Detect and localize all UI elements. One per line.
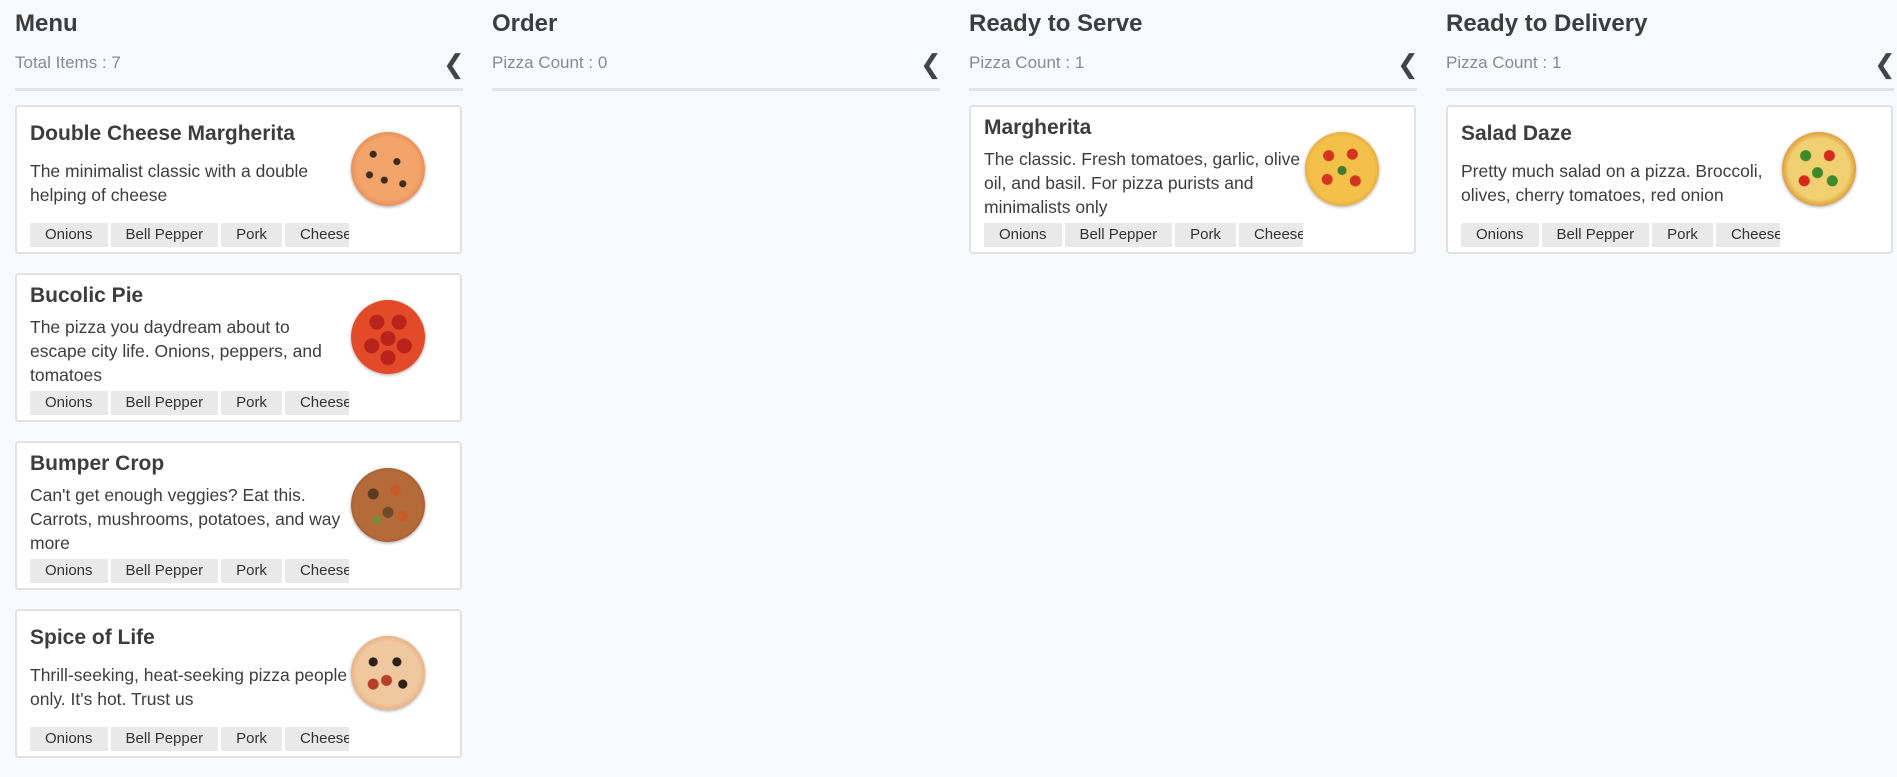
tag: Onions xyxy=(1461,223,1539,247)
tag: Pork xyxy=(221,727,282,751)
card-description: The classic. Fresh tomatoes, garlic, oli… xyxy=(984,149,1301,217)
card[interactable]: Salad Daze Pretty much salad on a pizza.… xyxy=(1446,105,1893,254)
pizza-image xyxy=(1305,132,1379,206)
card-title: Double Cheese Margherita xyxy=(30,122,295,145)
column-divider xyxy=(1446,88,1894,91)
pizza-image xyxy=(1782,132,1856,206)
tag-list: Onions Bell Pepper Pork Cheese xyxy=(1461,223,1780,247)
kanban-board: Menu Total Items : 7 ❮ Double Cheese Mar… xyxy=(0,0,1897,766)
card-title: Salad Daze xyxy=(1461,122,1572,145)
column-title: Order xyxy=(492,10,558,37)
card-list: Double Cheese Margherita The minimalist … xyxy=(15,105,463,777)
tag: Pork xyxy=(1175,223,1236,247)
tag-list: Onions Bell Pepper Pork Cheese xyxy=(30,727,349,751)
chevron-left-icon[interactable]: ❮ xyxy=(1874,50,1896,78)
column-ready-to-delivery: Ready to Delivery Pizza Count : 1 ❮ Sala… xyxy=(1446,0,1896,766)
column-title: Ready to Delivery xyxy=(1446,10,1648,37)
card-description: The pizza you daydream about to escape c… xyxy=(30,317,322,385)
card-title: Bucolic Pie xyxy=(30,284,144,307)
card-description: Can't get enough veggies? Eat this. Carr… xyxy=(30,485,341,553)
card[interactable]: Spice of Life Thrill-seeking, heat-seeki… xyxy=(15,609,462,758)
tag: Cheese xyxy=(284,727,349,751)
tag-list: Onions Bell Pepper Pork Cheese xyxy=(30,391,349,415)
column-divider xyxy=(15,88,463,91)
tag: Pork xyxy=(1652,223,1713,247)
card[interactable]: Margherita The classic. Fresh tomatoes, … xyxy=(969,105,1416,254)
tag-list: Onions Bell Pepper Pork Cheese xyxy=(30,559,349,583)
tag: Bell Pepper xyxy=(1541,223,1650,247)
tag: Cheese xyxy=(284,559,349,583)
column-ready-to-serve: Ready to Serve Pizza Count : 1 ❮ Margher… xyxy=(969,0,1419,766)
tag: Pork xyxy=(221,391,282,415)
column-divider xyxy=(492,88,940,91)
tag: Onions xyxy=(30,727,108,751)
column-title: Menu xyxy=(15,10,78,37)
tag: Cheese xyxy=(1715,223,1780,247)
tag: Onions xyxy=(984,223,1062,247)
column-count: Total Items : 7 xyxy=(15,53,121,72)
pizza-image xyxy=(351,468,425,542)
column-title: Ready to Serve xyxy=(969,10,1143,37)
tag: Bell Pepper xyxy=(110,727,219,751)
tag-list: Onions Bell Pepper Pork Cheese xyxy=(984,223,1303,247)
chevron-left-icon[interactable]: ❮ xyxy=(1397,50,1419,78)
tag: Bell Pepper xyxy=(110,391,219,415)
pizza-image xyxy=(351,300,425,374)
column-divider xyxy=(969,88,1417,91)
column-count: Pizza Count : 1 xyxy=(969,53,1085,72)
tag: Onions xyxy=(30,223,108,247)
card[interactable]: Bucolic Pie The pizza you daydream about… xyxy=(15,273,462,422)
card[interactable]: Double Cheese Margherita The minimalist … xyxy=(15,105,462,254)
tag: Cheese xyxy=(1238,223,1303,247)
card-description: The minimalist classic with a double hel… xyxy=(30,161,309,205)
column-count: Pizza Count : 0 xyxy=(492,53,608,72)
tag: Onions xyxy=(30,559,108,583)
card-title: Spice of Life xyxy=(30,626,155,649)
card-title: Margherita xyxy=(984,116,1092,139)
tag: Bell Pepper xyxy=(110,223,219,247)
tag: Bell Pepper xyxy=(110,559,219,583)
card-description: Thrill-seeking, heat-seeking pizza peopl… xyxy=(30,665,348,709)
card-title: Bumper Crop xyxy=(30,452,165,475)
tag: Pork xyxy=(221,559,282,583)
card-description: Pretty much salad on a pizza. Broccoli, … xyxy=(1461,161,1763,205)
column-order: Order Pizza Count : 0 ❮ xyxy=(492,0,942,766)
pizza-image xyxy=(351,132,425,206)
tag: Pork xyxy=(221,223,282,247)
card[interactable]: Bumper Crop Can't get enough veggies? Ea… xyxy=(15,441,462,590)
card-list: Margherita The classic. Fresh tomatoes, … xyxy=(969,105,1417,273)
column-menu: Menu Total Items : 7 ❮ Double Cheese Mar… xyxy=(15,0,465,766)
tag: Cheese xyxy=(284,391,349,415)
chevron-left-icon[interactable]: ❮ xyxy=(443,50,465,78)
column-count: Pizza Count : 1 xyxy=(1446,53,1562,72)
tag: Onions xyxy=(30,391,108,415)
tag-list: Onions Bell Pepper Pork Cheese xyxy=(30,223,349,247)
pizza-image xyxy=(351,636,425,710)
tag: Bell Pepper xyxy=(1064,223,1173,247)
chevron-left-icon[interactable]: ❮ xyxy=(920,50,942,78)
tag: Cheese xyxy=(284,223,349,247)
card-list: Salad Daze Pretty much salad on a pizza.… xyxy=(1446,105,1894,273)
